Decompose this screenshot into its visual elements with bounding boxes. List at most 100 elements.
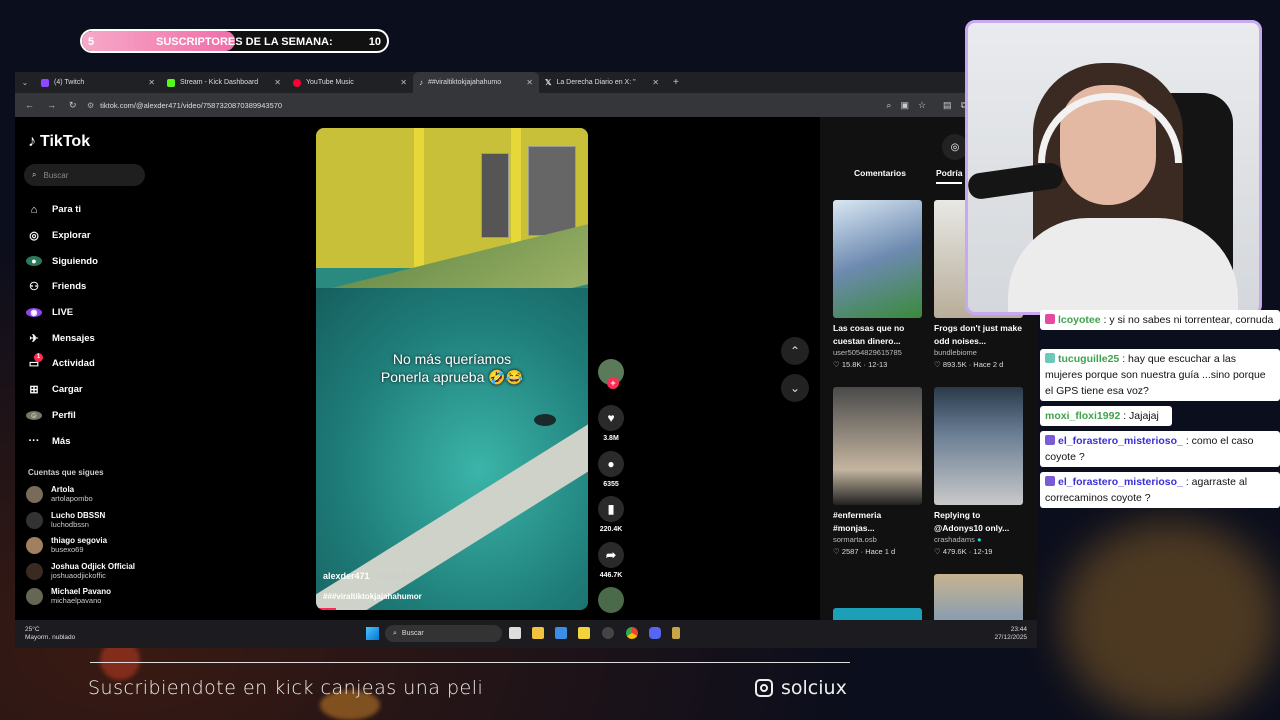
bookmark-star-icon[interactable]: ☆ (918, 100, 926, 111)
sidepanel-icon[interactable]: ▤ (943, 100, 952, 111)
sidebar-item-friends[interactable]: ⚇ Friends (26, 274, 98, 300)
friends-icon: ⚇ (29, 281, 39, 294)
cast-icon[interactable]: ▣ (900, 100, 909, 111)
site-info-icon[interactable]: ⚙ (87, 101, 94, 110)
bookmark-icon: ▮ (598, 496, 624, 522)
close-icon[interactable]: ✕ (148, 78, 155, 87)
video-thumbnail[interactable] (934, 574, 1023, 620)
card-user: bundlebiome (934, 348, 977, 357)
sidebar-item-cargar[interactable]: ⊞ Cargar (26, 377, 98, 403)
video-player[interactable]: No más queríamos Ponerla aprueba 🤣😂 alexd… (316, 128, 588, 610)
sidebar-item-label: Para ti (52, 204, 82, 216)
url-field[interactable]: tiktok.com/@alexder471/video/75873208703… (100, 101, 282, 110)
video-author[interactable]: alexder471 · Hace 3 d (323, 571, 414, 581)
video-thumbnail[interactable] (833, 608, 922, 620)
card-title: #enfermeria #monjas... (833, 510, 882, 533)
caption-line: No más queríamos (392, 351, 512, 367)
caption-line: Ponerla aprueba 🤣😂 (380, 369, 524, 385)
creator-avatar-button[interactable]: + (598, 359, 624, 401)
card-date: 12-19 (973, 547, 993, 556)
taskbar-search[interactable]: ⌕ Buscar (385, 625, 502, 642)
tab-list-icon[interactable]: ⌄ (15, 78, 35, 87)
sidebar-item-mas[interactable]: ··· Más (26, 428, 98, 454)
close-icon[interactable]: ✕ (274, 78, 281, 87)
video-card[interactable]: Replying to @Adonys10 only... crashadams… (934, 387, 1023, 556)
sidebar-item-actividad[interactable]: ▭ 1 Actividad (26, 351, 98, 377)
following-account[interactable]: Artola artolapombo (26, 485, 93, 503)
following-account[interactable]: Lucho DBSSN luchodbssn (26, 511, 105, 529)
sidebar-item-explorar[interactable]: ◎ Explorar (26, 223, 98, 249)
tab-label: Stream - Kick Dashboard (180, 79, 259, 86)
like-button[interactable]: ♥ 3.8M (598, 405, 624, 442)
account-name: Artola (51, 485, 75, 494)
sub-badge-icon (1045, 314, 1055, 324)
heart-outline-icon: ♡ (833, 547, 840, 556)
sub-goal-bar: 5 SUSCRIPTORES DE LA SEMANA: 10 (80, 29, 389, 53)
video-progress[interactable] (316, 608, 336, 610)
share-button[interactable]: ➦ 446.7K (598, 542, 624, 579)
sidebar-item-label: LIVE (52, 307, 74, 319)
new-tab-button[interactable]: + (665, 77, 679, 88)
photos-app-icon[interactable] (555, 627, 567, 639)
close-icon[interactable]: ✕ (526, 78, 533, 87)
obs-icon[interactable] (602, 627, 614, 639)
account-name: Michael Pavano (51, 587, 112, 596)
video-hashtag[interactable]: ###viraltiktokjajahahumor (323, 592, 422, 601)
heart-outline-icon: ♡ (934, 547, 941, 556)
calendar-app-icon[interactable] (509, 627, 521, 639)
tab-tiktok[interactable]: ♪ ##viraltiktokjajahahumo ✕ (413, 72, 539, 93)
follow-plus-icon[interactable]: + (607, 377, 619, 389)
sidebar-item-mensajes[interactable]: ✈ Mensajes (26, 325, 98, 351)
instagram-icon (755, 679, 773, 697)
twitch-icon (41, 78, 49, 87)
tab-podria[interactable]: Podría (935, 168, 963, 184)
chrome-icon[interactable] (626, 627, 638, 639)
windows-start-icon[interactable] (366, 627, 379, 640)
zoom-icon[interactable]: ⌕ (886, 100, 891, 111)
weather-widget[interactable]: 25°C Mayorm. nublado (25, 626, 75, 642)
file-explorer-icon[interactable] (532, 627, 544, 639)
forward-icon[interactable]: → (47, 100, 56, 111)
next-video-button[interactable]: ⌄ (781, 374, 809, 402)
previous-video-button[interactable]: ⌃ (781, 337, 809, 365)
reload-icon[interactable]: ↻ (69, 100, 77, 111)
sidebar-item-label: Más (52, 435, 71, 447)
sidebar-item-para-ti[interactable]: ⌂ Para ti (26, 197, 98, 223)
tab-x[interactable]: 𝕏 La Derecha Diario en X: " ✕ (539, 72, 665, 93)
tab-comentarios[interactable]: Comentarios (854, 168, 906, 184)
sticky-notes-icon[interactable] (578, 627, 590, 639)
video-card[interactable]: Las cosas que no cuestan dinero... user5… (833, 200, 922, 369)
search-input[interactable]: ⌕ Buscar (24, 164, 145, 186)
sub-goal-current: 5 (88, 36, 95, 48)
tiktok-icon: ♪ (28, 133, 36, 150)
back-icon[interactable]: ← (25, 100, 34, 111)
card-title: Las cosas que no cuestan dinero... (833, 323, 905, 346)
following-account[interactable]: thiago segovia busexo69 (26, 536, 107, 554)
music-disc-icon (598, 587, 624, 613)
card-username: crashadams (934, 535, 975, 544)
verified-icon: ● (976, 535, 982, 544)
card-stats: ♡ 479.6K · 12-19 (934, 547, 993, 556)
close-icon[interactable]: ✕ (652, 78, 659, 87)
close-icon[interactable]: ✕ (400, 78, 407, 87)
tiktok-logo[interactable]: ♪ TikTok (28, 133, 90, 151)
taskbar-clock[interactable]: 23:44 27/12/2025 (994, 626, 1027, 642)
following-account[interactable]: Michael Pavano michaelpavano (26, 587, 111, 605)
sidebar-item-perfil[interactable]: ☺ Perfil (26, 403, 98, 429)
following-account[interactable]: Joshua Odjick Official joshuaodjickoffic (26, 562, 135, 580)
discord-icon[interactable] (649, 627, 661, 639)
comment-button[interactable]: ● 6355 (598, 451, 624, 488)
sound-disc-button[interactable] (598, 587, 624, 617)
chat-message: tucuguille25 : hay que escuchar a las mu… (1040, 349, 1280, 401)
app-icon[interactable] (672, 627, 680, 639)
tab-twitch[interactable]: (4) Twitch ✕ (35, 72, 161, 93)
tab-youtube-music[interactable]: YouTube Music ✕ (287, 72, 413, 93)
video-card[interactable]: #enfermeria #monjas... sormarta.osb ♡ 25… (833, 387, 922, 556)
sidebar-item-label: Mensajes (52, 332, 95, 344)
youtube-music-icon (293, 78, 301, 87)
sidebar-item-siguiendo[interactable]: ● Siguiendo (26, 248, 98, 274)
tab-kick[interactable]: Stream - Kick Dashboard ✕ (161, 72, 287, 93)
video-frame (481, 153, 509, 238)
save-button[interactable]: ▮ 220.4K (598, 496, 624, 533)
sidebar-item-live[interactable]: ◉ LIVE (26, 300, 98, 326)
